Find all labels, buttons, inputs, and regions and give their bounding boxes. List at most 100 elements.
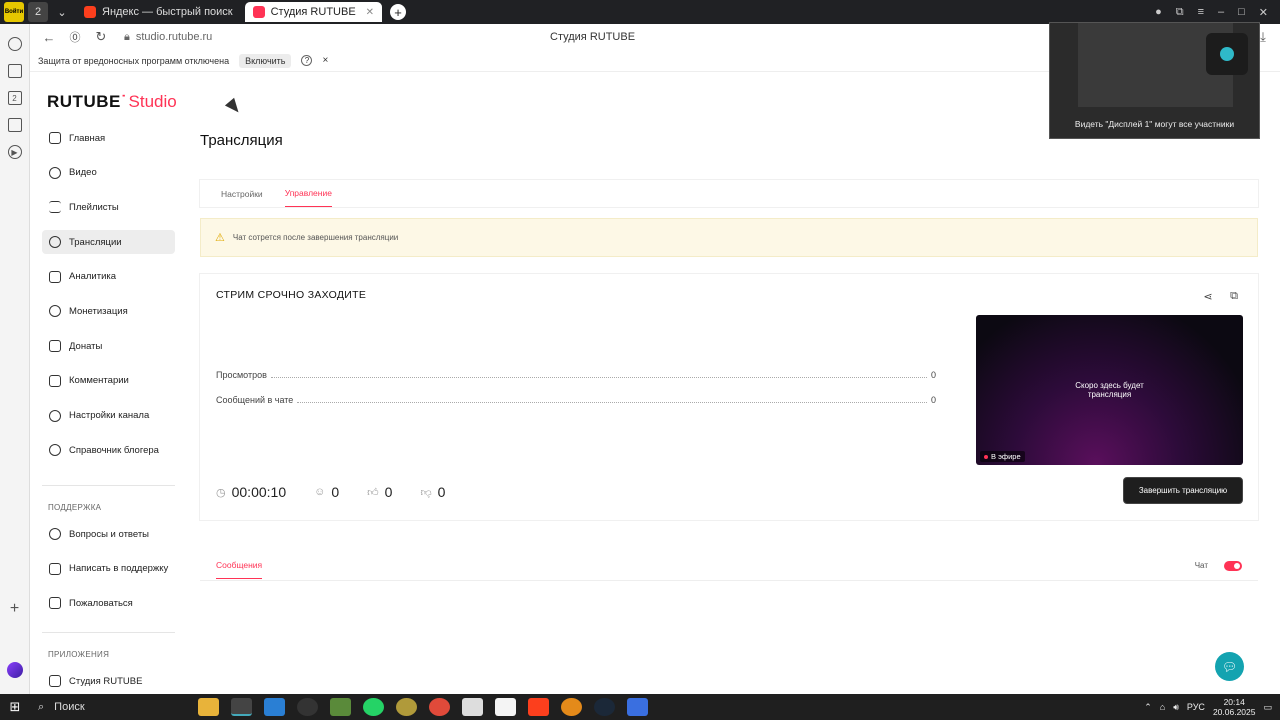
sidebar-item-comments[interactable]: Комментарии <box>42 369 175 393</box>
gear-icon <box>49 409 61 422</box>
ruble-icon <box>49 305 61 318</box>
obs-icon[interactable] <box>297 698 318 716</box>
history-icon[interactable] <box>7 37 22 51</box>
document-icon[interactable] <box>495 698 516 716</box>
play-icon[interactable]: ▶ <box>7 145 22 159</box>
taskbar-search[interactable]: ⌕ Поиск <box>30 694 170 720</box>
sidebar-item-monetization[interactable]: Монетизация <box>42 299 175 323</box>
close-tab-icon[interactable]: ✕ <box>366 7 374 18</box>
sidebar-item-label: Монетизация <box>69 305 128 317</box>
sidebar-item-studio-app[interactable]: Студия RUTUBE <box>42 669 175 693</box>
minecraft-icon[interactable] <box>330 698 351 716</box>
yandex-browser-icon[interactable] <box>231 698 252 716</box>
sidebar-item-label: Трансляции <box>69 236 122 248</box>
video-icon <box>49 166 61 179</box>
tab-yandex[interactable]: Яндекс — быстрый поиск <box>76 2 241 22</box>
question-icon <box>49 528 61 540</box>
profile-button[interactable]: Войти <box>4 2 24 22</box>
sidebar-item-donations[interactable]: Донаты <box>42 334 175 358</box>
home-icon <box>49 132 61 144</box>
screen-share-overlay: Видеть "Дисплей 1" могут все участники <box>1049 22 1260 139</box>
menu-icon[interactable]: ≡ <box>1198 6 1204 19</box>
tabs-dropdown-icon[interactable]: ⌄ <box>52 2 72 22</box>
sidebar-item-analytics[interactable]: Аналитика <box>42 265 175 289</box>
sidebar-item-label: Справочник блогера <box>69 444 159 456</box>
thumbs-down-icon: 👎︎ <box>420 486 432 499</box>
whatsapp-icon[interactable] <box>363 698 384 716</box>
support-chat-button[interactable]: 💬︎ <box>1215 652 1244 681</box>
sidebar-item-label: Плейлисты <box>69 201 119 213</box>
bookmarks-icon[interactable]: ⧉ <box>1176 6 1184 19</box>
notepad-icon[interactable] <box>462 698 483 716</box>
viewers-metric: ☺ 0 <box>314 484 339 500</box>
tab-count-button[interactable]: 2 <box>28 2 48 22</box>
end-stream-button[interactable]: Завершить трансляцию <box>1123 477 1243 504</box>
network-icon[interactable]: ⌂ <box>1160 702 1165 712</box>
notifications-icon[interactable]: ▭ <box>1263 702 1272 713</box>
sidebar-item-label: Главная <box>69 132 106 144</box>
reload-icon[interactable]: ↻ <box>94 29 108 44</box>
minimize-icon[interactable]: – <box>1218 6 1224 19</box>
collections-icon[interactable] <box>7 64 22 78</box>
tab-rutube-studio[interactable]: Студия RUTUBE ✕ <box>244 2 383 22</box>
lock-icon: 🔒︎ <box>124 30 130 43</box>
phone-icon <box>49 675 61 687</box>
tab-messages[interactable]: Сообщения <box>216 560 263 579</box>
stat-label: Сообщений в чате <box>216 395 294 405</box>
tray-expand-icon[interactable]: ⌃ <box>1144 702 1152 713</box>
tab-settings[interactable]: Настройки <box>221 180 263 207</box>
clock-icon: ◷ <box>216 486 226 499</box>
windows-start-icon[interactable]: ⊞ <box>0 694 30 720</box>
new-tab-button[interactable]: + <box>390 4 407 20</box>
gallery-icon[interactable] <box>7 118 22 132</box>
close-notice-icon[interactable]: × <box>322 55 328 66</box>
url-field[interactable]: 🔒︎ studio.rutube.ru <box>124 31 212 44</box>
tab-title: Яндекс — быстрый поиск <box>102 6 233 18</box>
rutube-studio-logo[interactable]: RUTUBE ˙ Studio <box>47 92 177 112</box>
system-tray: ⌃ ⌂ 🔊︎ РУС 20:14 20.06.2025 ▭ <box>1144 697 1280 717</box>
store-icon[interactable] <box>264 698 285 716</box>
sidebar-item-playlists[interactable]: Плейлисты <box>42 195 175 219</box>
chat-warning-banner: ⚠ Чат сотрется после завершения трансляц… <box>200 218 1258 257</box>
sidebar-item-faq[interactable]: Вопросы и ответы <box>42 522 175 546</box>
help-icon[interactable]: ? <box>301 55 313 66</box>
sidebar-item-home[interactable]: Главная <box>42 126 175 150</box>
language-indicator[interactable]: РУС <box>1187 702 1205 712</box>
vpn-icon[interactable] <box>627 698 648 716</box>
maximize-icon[interactable]: □ <box>1238 6 1245 19</box>
clock[interactable]: 20:14 20.06.2025 <box>1213 697 1256 717</box>
sidebar-item-channel-settings[interactable]: Настройки канала <box>42 404 175 428</box>
enable-protection-button[interactable]: Включить <box>239 53 292 68</box>
sidebar-item-video[interactable]: Видео <box>42 161 175 185</box>
sidebar-item-streams[interactable]: Трансляции <box>42 230 175 255</box>
chat-toggle[interactable] <box>1224 561 1242 571</box>
power-app-icon[interactable] <box>561 698 582 716</box>
file-explorer-icon[interactable] <box>198 698 219 716</box>
sidebar-item-label: Донаты <box>69 340 103 352</box>
steam-icon[interactable] <box>594 698 615 716</box>
alice-icon[interactable] <box>6 662 23 678</box>
search-icon: ⌕ <box>38 700 45 713</box>
share-icon[interactable]: ⋖ <box>1202 290 1214 303</box>
date: 20.06.2025 <box>1212 707 1256 717</box>
sidebar-item-report[interactable]: Пожаловаться <box>42 591 175 615</box>
back-icon[interactable]: ← <box>42 30 56 45</box>
speaker-icon[interactable]: 🔊︎ <box>1173 702 1179 713</box>
add-panel-icon[interactable]: + <box>10 600 19 618</box>
mail-icon <box>49 562 61 575</box>
yandex-icon[interactable] <box>528 698 549 716</box>
chrome-icon[interactable] <box>429 698 450 716</box>
sidebar-item-write-support[interactable]: Написать в поддержку <box>42 557 175 581</box>
open-external-icon[interactable]: ⧉ <box>1228 290 1240 302</box>
likes-value: 0 <box>384 484 393 500</box>
close-window-icon[interactable]: ✕ <box>1259 6 1268 19</box>
stat-label: Просмотров <box>216 370 267 380</box>
yandex-home-icon[interactable]: ⓪ <box>68 30 82 44</box>
tab-title: Студия RUTUBE <box>270 6 356 18</box>
stream-preview[interactable]: Скоро здесь будет трансляция В эфире <box>976 315 1243 465</box>
tabs-panel-icon[interactable]: 2 <box>7 91 22 105</box>
app-icon[interactable] <box>396 698 417 716</box>
mic-icon[interactable]: ● <box>1155 6 1162 19</box>
tab-management[interactable]: Управление <box>284 180 332 207</box>
sidebar-item-blogger-guide[interactable]: Справочник блогера <box>42 438 175 462</box>
